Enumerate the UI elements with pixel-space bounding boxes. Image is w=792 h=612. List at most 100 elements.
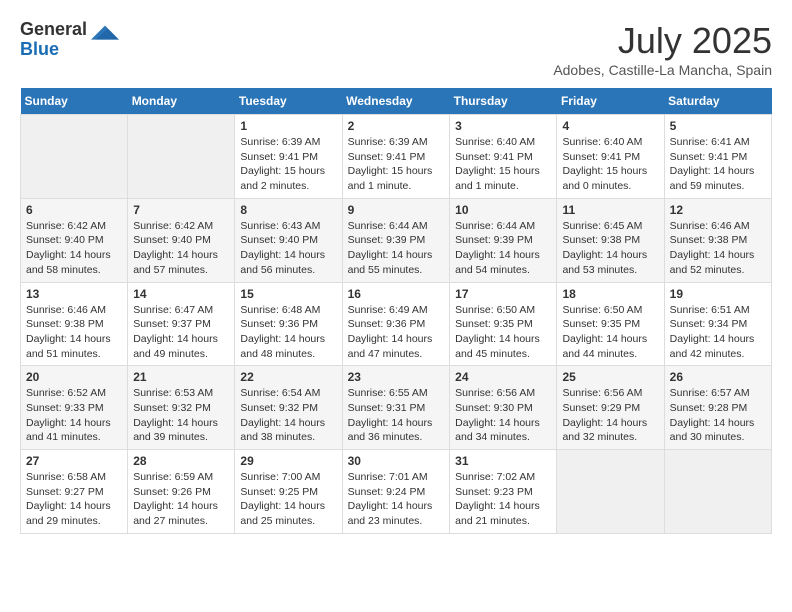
day-number: 17 bbox=[455, 287, 551, 301]
day-number: 28 bbox=[133, 454, 229, 468]
calendar-cell: 31 Sunrise: 7:02 AMSunset: 9:23 PMDaylig… bbox=[450, 450, 557, 534]
day-info: Sunrise: 6:42 AMSunset: 9:40 PMDaylight:… bbox=[133, 220, 218, 276]
calendar-cell: 29 Sunrise: 7:00 AMSunset: 9:25 PMDaylig… bbox=[235, 450, 342, 534]
weekday-header-saturday: Saturday bbox=[664, 88, 771, 115]
calendar-cell: 17 Sunrise: 6:50 AMSunset: 9:35 PMDaylig… bbox=[450, 282, 557, 366]
day-info: Sunrise: 6:40 AMSunset: 9:41 PMDaylight:… bbox=[562, 136, 647, 192]
calendar-cell: 11 Sunrise: 6:45 AMSunset: 9:38 PMDaylig… bbox=[557, 198, 664, 282]
day-info: Sunrise: 6:50 AMSunset: 9:35 PMDaylight:… bbox=[562, 304, 647, 360]
calendar-cell: 6 Sunrise: 6:42 AMSunset: 9:40 PMDayligh… bbox=[21, 198, 128, 282]
calendar-cell: 30 Sunrise: 7:01 AMSunset: 9:24 PMDaylig… bbox=[342, 450, 450, 534]
weekday-header-wednesday: Wednesday bbox=[342, 88, 450, 115]
day-info: Sunrise: 6:43 AMSunset: 9:40 PMDaylight:… bbox=[240, 220, 325, 276]
day-info: Sunrise: 6:47 AMSunset: 9:37 PMDaylight:… bbox=[133, 304, 218, 360]
day-info: Sunrise: 6:44 AMSunset: 9:39 PMDaylight:… bbox=[455, 220, 540, 276]
day-number: 5 bbox=[670, 119, 766, 133]
calendar-cell: 28 Sunrise: 6:59 AMSunset: 9:26 PMDaylig… bbox=[128, 450, 235, 534]
day-number: 6 bbox=[26, 203, 122, 217]
day-number: 7 bbox=[133, 203, 229, 217]
weekday-header-row: SundayMondayTuesdayWednesdayThursdayFrid… bbox=[21, 88, 772, 115]
day-info: Sunrise: 6:50 AMSunset: 9:35 PMDaylight:… bbox=[455, 304, 540, 360]
calendar-cell: 14 Sunrise: 6:47 AMSunset: 9:37 PMDaylig… bbox=[128, 282, 235, 366]
calendar-week-row: 27 Sunrise: 6:58 AMSunset: 9:27 PMDaylig… bbox=[21, 450, 772, 534]
day-number: 15 bbox=[240, 287, 336, 301]
day-info: Sunrise: 6:59 AMSunset: 9:26 PMDaylight:… bbox=[133, 471, 218, 527]
logo: General Blue bbox=[20, 20, 119, 60]
calendar-cell: 27 Sunrise: 6:58 AMSunset: 9:27 PMDaylig… bbox=[21, 450, 128, 534]
day-number: 1 bbox=[240, 119, 336, 133]
calendar-cell: 2 Sunrise: 6:39 AMSunset: 9:41 PMDayligh… bbox=[342, 115, 450, 199]
weekday-header-monday: Monday bbox=[128, 88, 235, 115]
calendar-cell: 26 Sunrise: 6:57 AMSunset: 9:28 PMDaylig… bbox=[664, 366, 771, 450]
day-info: Sunrise: 6:42 AMSunset: 9:40 PMDaylight:… bbox=[26, 220, 111, 276]
day-number: 24 bbox=[455, 370, 551, 384]
day-info: Sunrise: 6:53 AMSunset: 9:32 PMDaylight:… bbox=[133, 387, 218, 443]
weekday-header-sunday: Sunday bbox=[21, 88, 128, 115]
day-info: Sunrise: 6:58 AMSunset: 9:27 PMDaylight:… bbox=[26, 471, 111, 527]
calendar-cell: 13 Sunrise: 6:46 AMSunset: 9:38 PMDaylig… bbox=[21, 282, 128, 366]
day-number: 30 bbox=[348, 454, 445, 468]
day-number: 16 bbox=[348, 287, 445, 301]
day-number: 11 bbox=[562, 203, 658, 217]
day-info: Sunrise: 6:46 AMSunset: 9:38 PMDaylight:… bbox=[670, 220, 755, 276]
day-info: Sunrise: 6:44 AMSunset: 9:39 PMDaylight:… bbox=[348, 220, 433, 276]
logo-blue: Blue bbox=[20, 40, 87, 60]
calendar-cell: 22 Sunrise: 6:54 AMSunset: 9:32 PMDaylig… bbox=[235, 366, 342, 450]
calendar-week-row: 1 Sunrise: 6:39 AMSunset: 9:41 PMDayligh… bbox=[21, 115, 772, 199]
day-info: Sunrise: 6:51 AMSunset: 9:34 PMDaylight:… bbox=[670, 304, 755, 360]
logo-icon bbox=[91, 21, 119, 49]
day-number: 18 bbox=[562, 287, 658, 301]
day-info: Sunrise: 6:55 AMSunset: 9:31 PMDaylight:… bbox=[348, 387, 433, 443]
calendar-cell: 1 Sunrise: 6:39 AMSunset: 9:41 PMDayligh… bbox=[235, 115, 342, 199]
calendar-cell bbox=[664, 450, 771, 534]
day-number: 20 bbox=[26, 370, 122, 384]
calendar-cell: 18 Sunrise: 6:50 AMSunset: 9:35 PMDaylig… bbox=[557, 282, 664, 366]
calendar-week-row: 20 Sunrise: 6:52 AMSunset: 9:33 PMDaylig… bbox=[21, 366, 772, 450]
day-number: 29 bbox=[240, 454, 336, 468]
calendar-cell: 12 Sunrise: 6:46 AMSunset: 9:38 PMDaylig… bbox=[664, 198, 771, 282]
calendar-cell: 24 Sunrise: 6:56 AMSunset: 9:30 PMDaylig… bbox=[450, 366, 557, 450]
calendar-cell bbox=[21, 115, 128, 199]
calendar-cell: 5 Sunrise: 6:41 AMSunset: 9:41 PMDayligh… bbox=[664, 115, 771, 199]
calendar-cell: 7 Sunrise: 6:42 AMSunset: 9:40 PMDayligh… bbox=[128, 198, 235, 282]
calendar-cell: 20 Sunrise: 6:52 AMSunset: 9:33 PMDaylig… bbox=[21, 366, 128, 450]
title-block: July 2025 Adobes, Castille-La Mancha, Sp… bbox=[553, 20, 772, 78]
day-info: Sunrise: 6:39 AMSunset: 9:41 PMDaylight:… bbox=[348, 136, 433, 192]
day-number: 22 bbox=[240, 370, 336, 384]
day-info: Sunrise: 7:02 AMSunset: 9:23 PMDaylight:… bbox=[455, 471, 540, 527]
day-info: Sunrise: 6:48 AMSunset: 9:36 PMDaylight:… bbox=[240, 304, 325, 360]
location: Adobes, Castille-La Mancha, Spain bbox=[553, 62, 772, 78]
calendar-cell: 25 Sunrise: 6:56 AMSunset: 9:29 PMDaylig… bbox=[557, 366, 664, 450]
day-info: Sunrise: 6:56 AMSunset: 9:29 PMDaylight:… bbox=[562, 387, 647, 443]
day-info: Sunrise: 6:39 AMSunset: 9:41 PMDaylight:… bbox=[240, 136, 325, 192]
calendar-cell: 23 Sunrise: 6:55 AMSunset: 9:31 PMDaylig… bbox=[342, 366, 450, 450]
day-info: Sunrise: 6:45 AMSunset: 9:38 PMDaylight:… bbox=[562, 220, 647, 276]
calendar-week-row: 13 Sunrise: 6:46 AMSunset: 9:38 PMDaylig… bbox=[21, 282, 772, 366]
day-number: 19 bbox=[670, 287, 766, 301]
day-number: 26 bbox=[670, 370, 766, 384]
calendar-cell: 8 Sunrise: 6:43 AMSunset: 9:40 PMDayligh… bbox=[235, 198, 342, 282]
day-number: 23 bbox=[348, 370, 445, 384]
day-number: 10 bbox=[455, 203, 551, 217]
month-title: July 2025 bbox=[553, 20, 772, 62]
calendar-week-row: 6 Sunrise: 6:42 AMSunset: 9:40 PMDayligh… bbox=[21, 198, 772, 282]
day-number: 3 bbox=[455, 119, 551, 133]
calendar-cell: 9 Sunrise: 6:44 AMSunset: 9:39 PMDayligh… bbox=[342, 198, 450, 282]
day-number: 14 bbox=[133, 287, 229, 301]
day-info: Sunrise: 7:00 AMSunset: 9:25 PMDaylight:… bbox=[240, 471, 325, 527]
day-number: 21 bbox=[133, 370, 229, 384]
calendar-cell: 16 Sunrise: 6:49 AMSunset: 9:36 PMDaylig… bbox=[342, 282, 450, 366]
day-number: 12 bbox=[670, 203, 766, 217]
day-number: 25 bbox=[562, 370, 658, 384]
weekday-header-friday: Friday bbox=[557, 88, 664, 115]
day-info: Sunrise: 7:01 AMSunset: 9:24 PMDaylight:… bbox=[348, 471, 433, 527]
day-number: 13 bbox=[26, 287, 122, 301]
day-info: Sunrise: 6:46 AMSunset: 9:38 PMDaylight:… bbox=[26, 304, 111, 360]
calendar-cell: 15 Sunrise: 6:48 AMSunset: 9:36 PMDaylig… bbox=[235, 282, 342, 366]
day-info: Sunrise: 6:54 AMSunset: 9:32 PMDaylight:… bbox=[240, 387, 325, 443]
weekday-header-thursday: Thursday bbox=[450, 88, 557, 115]
day-number: 2 bbox=[348, 119, 445, 133]
calendar-cell: 10 Sunrise: 6:44 AMSunset: 9:39 PMDaylig… bbox=[450, 198, 557, 282]
calendar-cell bbox=[128, 115, 235, 199]
day-info: Sunrise: 6:52 AMSunset: 9:33 PMDaylight:… bbox=[26, 387, 111, 443]
